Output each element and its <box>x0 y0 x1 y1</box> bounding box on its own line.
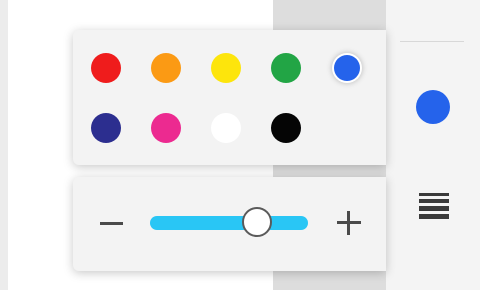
stroke-size-slider-thumb[interactable] <box>242 207 273 237</box>
current-color-button[interactable] <box>416 90 450 124</box>
swatch-orange[interactable] <box>151 53 181 83</box>
swatch-navy[interactable] <box>91 113 121 143</box>
swatch-red[interactable] <box>91 53 121 83</box>
line-thickness-icon[interactable] <box>419 193 449 219</box>
swatch-blue[interactable] <box>334 55 360 81</box>
minus-icon[interactable] <box>100 222 123 225</box>
plus-icon[interactable] <box>337 211 361 235</box>
color-palette-popover <box>73 30 386 165</box>
toolbar-divider <box>400 41 464 42</box>
stroke-size-slider-track[interactable] <box>150 216 308 230</box>
swatch-green[interactable] <box>271 53 301 83</box>
toolbar-panel <box>386 0 480 290</box>
swatch-white[interactable] <box>211 113 241 143</box>
stroke-size-popover <box>73 177 386 271</box>
swatch-pink[interactable] <box>151 113 181 143</box>
swatch-yellow[interactable] <box>211 53 241 83</box>
swatch-black[interactable] <box>271 113 301 143</box>
